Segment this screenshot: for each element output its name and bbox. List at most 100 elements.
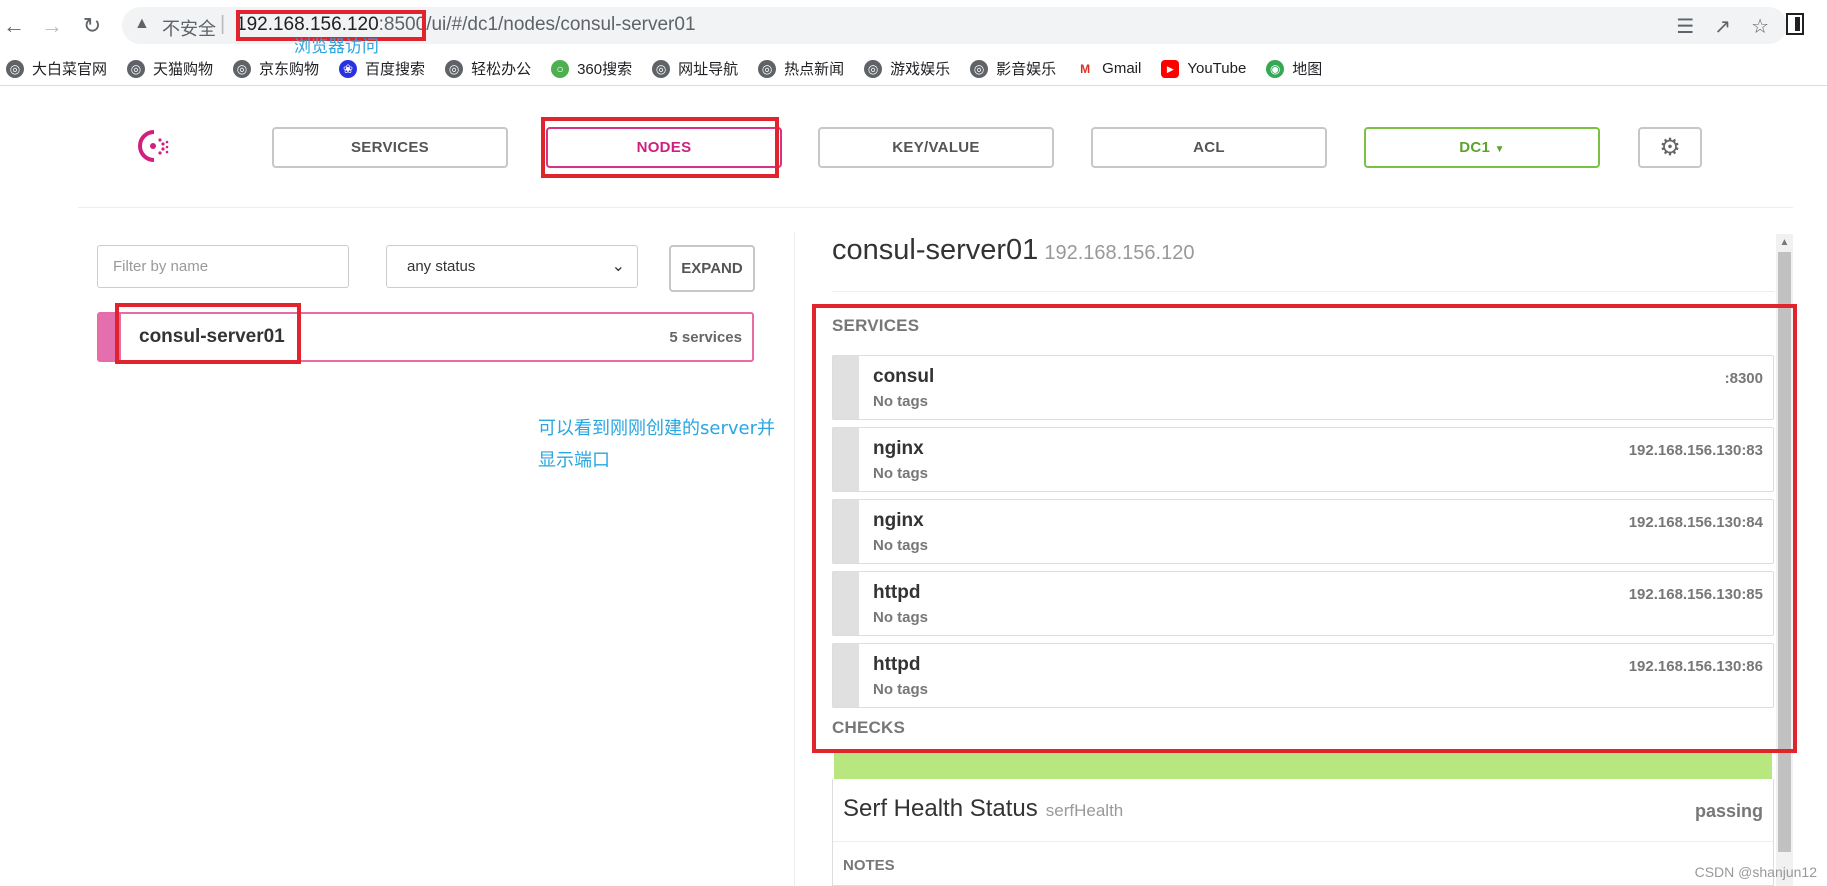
back-arrow-icon[interactable]: ←: [0, 12, 28, 40]
service-name: nginx: [873, 510, 924, 531]
bookmark-item[interactable]: ◎ 影音娱乐: [970, 58, 1056, 79]
bookmark-item[interactable]: ◎ 京东购物: [233, 58, 319, 79]
watermark: CSDN @shanjun12: [1694, 864, 1817, 880]
nav-nodes-button[interactable]: NODES: [546, 127, 782, 168]
consul-logo-icon[interactable]: [136, 128, 172, 164]
service-address: 192.168.156.130:83: [1628, 442, 1763, 459]
bookmark-item[interactable]: ◎ 热点新闻: [758, 58, 844, 79]
globe-icon: ◎: [6, 59, 24, 78]
expand-button[interactable]: EXPAND: [669, 245, 755, 292]
browser-toolbar: ← → ↻ ▲ 不安全 | 192.168.156.120:8500/ui/#/…: [0, 0, 1827, 52]
service-status-bar: [833, 428, 859, 491]
share-icon[interactable]: ↗: [1714, 14, 1731, 39]
health-check-item[interactable]: Serf Health Status serfHealth passing NOT…: [832, 779, 1774, 886]
check-status: passing: [1694, 801, 1763, 821]
separator: |: [220, 13, 226, 35]
url-text[interactable]: 192.168.156.120:8500/ui/#/dc1/nodes/cons…: [236, 14, 696, 36]
column-divider: [794, 232, 795, 886]
globe-icon: ◎: [652, 59, 671, 78]
bookmark-label: 京东购物: [259, 61, 320, 78]
datacenter-dropdown[interactable]: DC1 ▼: [1364, 127, 1600, 168]
check-name: Serf Health Status: [843, 795, 1038, 822]
node-list-item[interactable]: consul-server01 5 services: [97, 312, 754, 362]
bookmark-label: 影音娱乐: [996, 61, 1057, 78]
side-panel-icon[interactable]: [1786, 13, 1804, 35]
bookmark-item[interactable]: ◎ 游戏娱乐: [864, 58, 950, 79]
bookmark-label: 游戏娱乐: [890, 61, 951, 78]
globe-icon: ◎: [445, 59, 464, 78]
bookmarks-bar: ◎ 大白菜官网 ◎ 天猫购物 ◎ 京东购物 ❀ 百度搜索 ◎ 轻松办公 ○ 360搜索 ◎ 网址导航 ◎ 热点…: [0, 52, 1827, 86]
node-detail-title: consul-server01 192.168.156.120: [832, 234, 1194, 267]
header-divider: [78, 207, 1793, 208]
service-address: :8300: [1724, 370, 1763, 387]
caret-down-icon: ▼: [1494, 144, 1505, 155]
bookmark-label: 大白菜官网: [32, 61, 108, 78]
bookmark-label: 网址导航: [678, 61, 739, 78]
service-status-bar: [833, 500, 859, 563]
bookmark-label: 360搜索: [577, 61, 633, 78]
node-status-bar: [99, 314, 121, 360]
service-item[interactable]: nginx No tags 192.168.156.130:84: [832, 499, 1774, 564]
reload-icon[interactable]: ↻: [78, 12, 106, 40]
node-list-name: consul-server01: [139, 326, 285, 347]
node-service-count: 5 services: [669, 329, 742, 346]
service-tags: No tags: [873, 465, 929, 482]
bookmark-item[interactable]: ◎ 轻松办公: [445, 58, 531, 79]
bookmark-label: 热点新闻: [784, 61, 845, 78]
check-status-bar: [834, 753, 1772, 779]
nav-keyvalue-button[interactable]: KEY/VALUE: [818, 127, 1054, 168]
bookmark-label: 百度搜索: [365, 61, 426, 78]
url-port: :8500: [378, 14, 427, 35]
service-tags: No tags: [873, 393, 929, 410]
youtube-icon: ▶: [1161, 59, 1180, 78]
service-item[interactable]: consul No tags:8300: [832, 355, 1774, 420]
check-title: Serf Health Status serfHealth: [843, 795, 1123, 823]
server-annotation-line2: 显示端口: [538, 450, 610, 471]
service-item[interactable]: nginx No tags 192.168.156.130:83: [832, 427, 1774, 492]
chevron-down-icon: ⌄: [611, 258, 625, 275]
detail-scrollbar[interactable]: ▲: [1776, 234, 1793, 886]
checks-section-heading: CHECKS: [832, 718, 905, 737]
bookmark-item[interactable]: ◉ 地图: [1266, 58, 1322, 79]
check-id: serfHealth: [1045, 801, 1124, 820]
bookmark-item[interactable]: ◎ 大白菜官网: [6, 58, 107, 79]
bookmark-star-icon[interactable]: ☆: [1751, 14, 1769, 39]
maps-icon: ◉: [1266, 59, 1285, 78]
url-annotation: 浏览器访问: [294, 37, 379, 57]
bookmark-item[interactable]: ▶ YouTube: [1161, 59, 1247, 78]
service-tags: No tags: [873, 537, 929, 554]
scrollbar-thumb[interactable]: [1778, 252, 1791, 852]
nav-acl-button[interactable]: ACL: [1091, 127, 1327, 168]
url-host: 192.168.156.120: [236, 14, 379, 35]
baidu-paw-icon: ❀: [339, 59, 358, 78]
translate-icon[interactable]: ☰: [1676, 14, 1694, 39]
check-notes-label: NOTES: [843, 857, 895, 874]
service-tags: No tags: [873, 681, 929, 698]
service-status-bar: [833, 356, 859, 419]
service-status-bar: [833, 644, 859, 707]
globe-icon: ◎: [864, 59, 883, 78]
nav-services-button[interactable]: SERVICES: [272, 127, 508, 168]
filter-by-name-input[interactable]: [97, 245, 349, 288]
bookmark-label: YouTube: [1187, 60, 1247, 77]
bookmark-item[interactable]: ◎ 天猫购物: [127, 58, 213, 79]
globe-icon: ◎: [758, 59, 777, 78]
service-address: 192.168.156.130:84: [1628, 514, 1763, 531]
bookmark-label: Gmail: [1102, 60, 1142, 77]
gmail-icon: M: [1076, 59, 1095, 78]
forward-arrow-icon[interactable]: →: [38, 12, 66, 40]
bookmark-item[interactable]: ◎ 网址导航: [652, 58, 738, 79]
status-filter-select[interactable]: any status ⌄: [386, 245, 638, 288]
scroll-up-arrow-icon[interactable]: ▲: [1776, 234, 1793, 251]
settings-gear-icon[interactable]: ⚙: [1638, 127, 1702, 168]
service-name: nginx: [873, 438, 924, 459]
bookmark-item[interactable]: ❀ 百度搜索: [339, 58, 425, 79]
service-tags: No tags: [873, 609, 929, 626]
check-divider: [833, 841, 1773, 842]
service-item[interactable]: httpd No tags 192.168.156.130:86: [832, 643, 1774, 708]
bookmark-item[interactable]: ○ 360搜索: [551, 58, 632, 79]
service-name: httpd: [873, 654, 921, 675]
service-item[interactable]: httpd No tags 192.168.156.130:85: [832, 571, 1774, 636]
bookmark-item[interactable]: M Gmail: [1076, 59, 1142, 78]
title-divider: [832, 291, 1774, 292]
